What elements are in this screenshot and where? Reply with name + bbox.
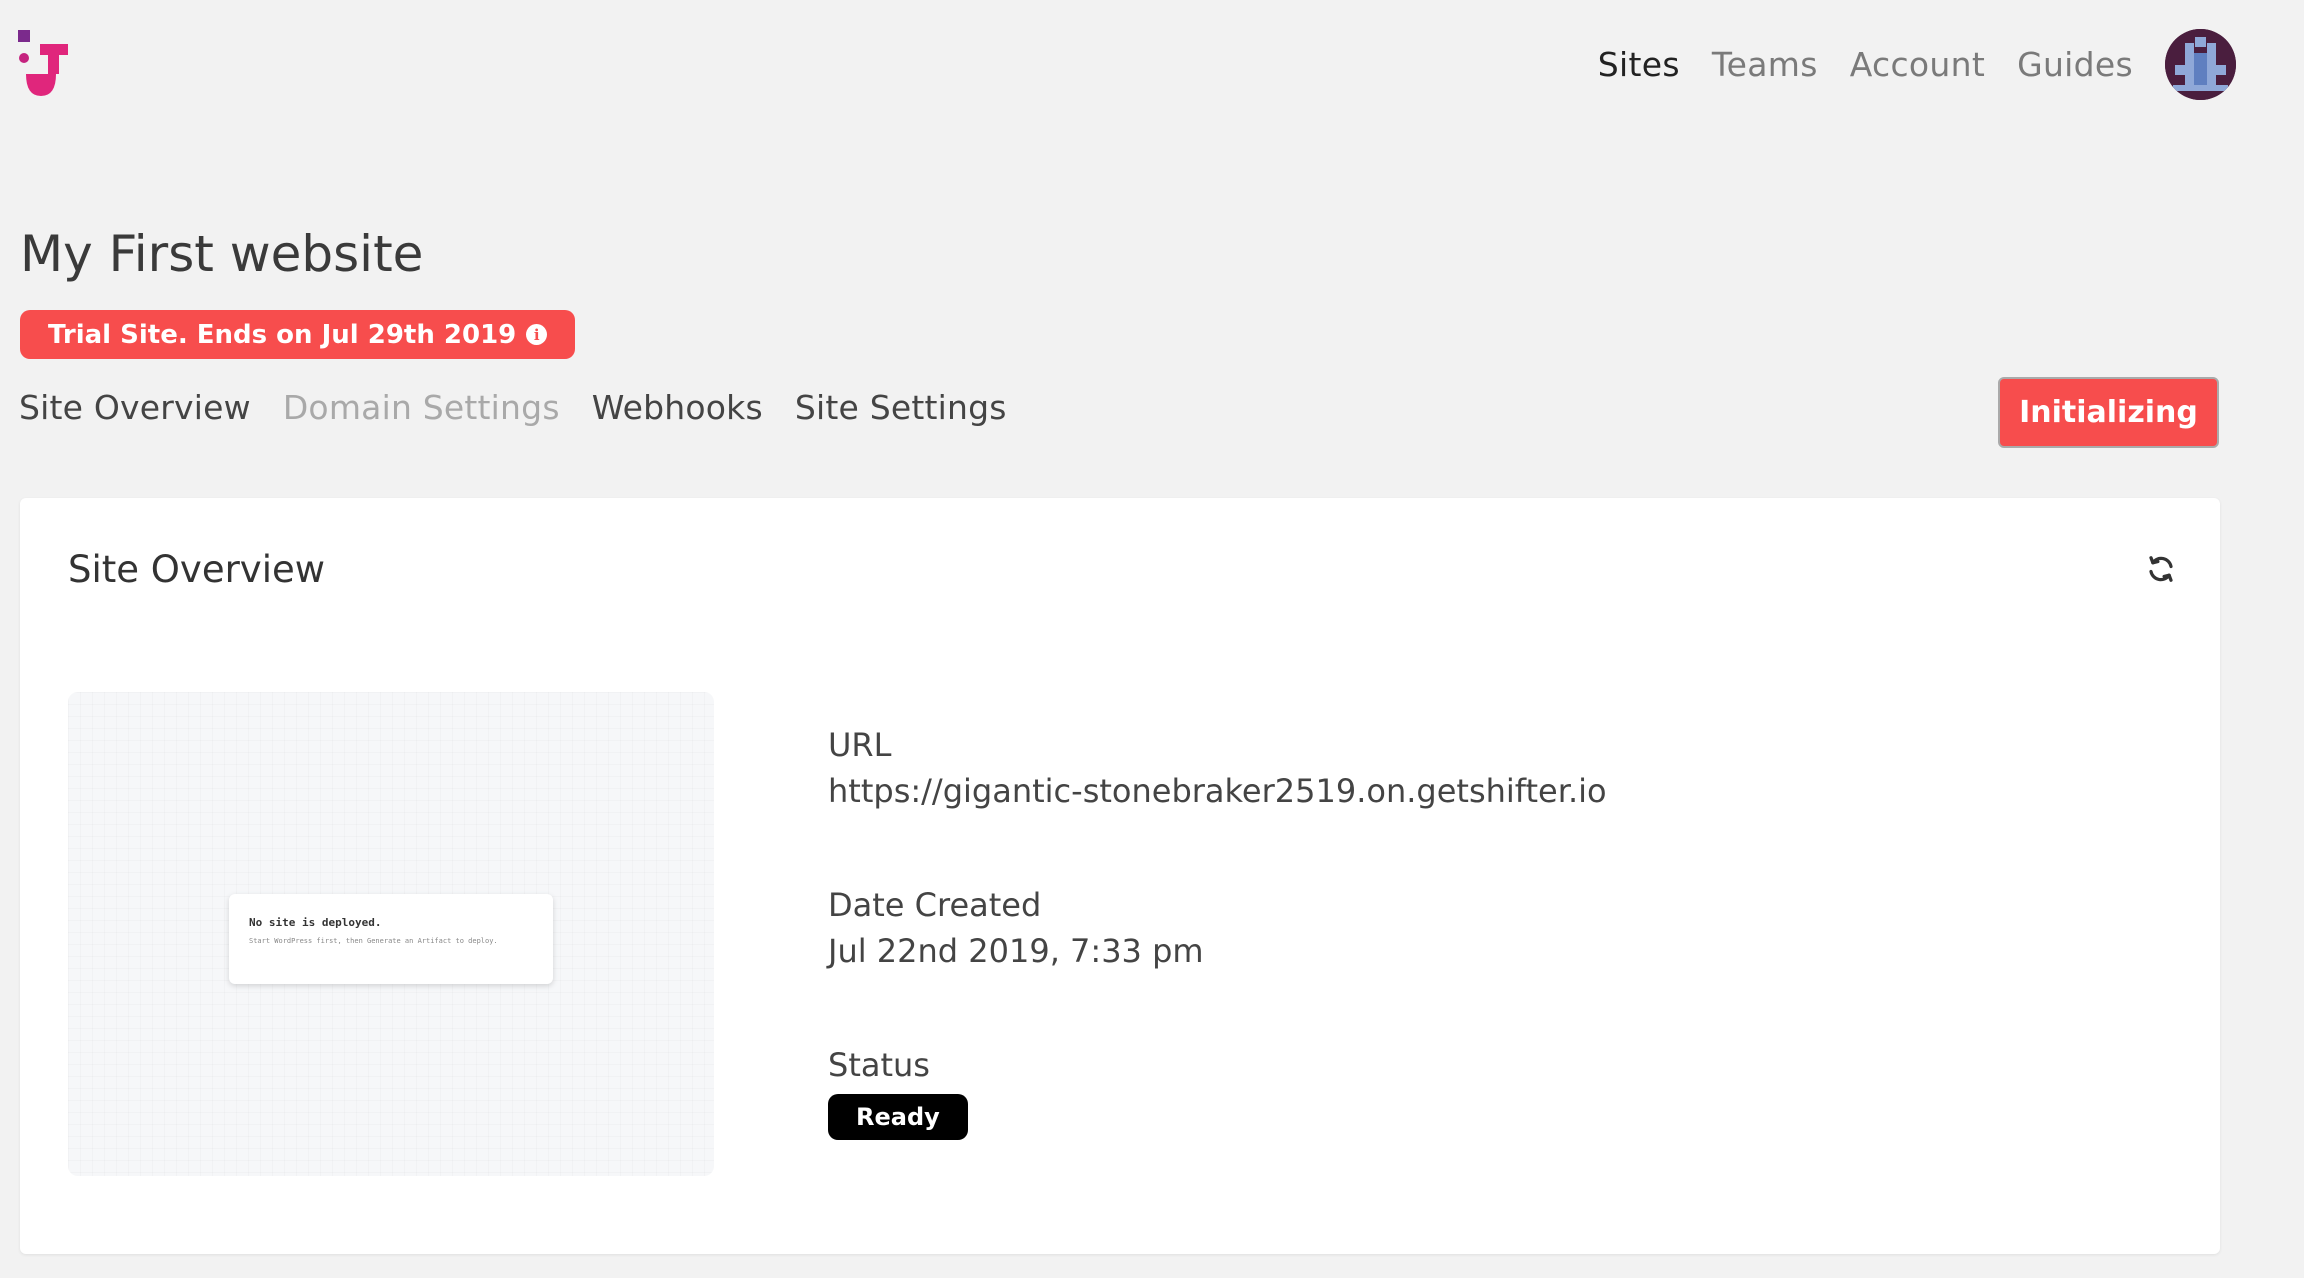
url-value[interactable]: https://gigantic-stonebraker2519.on.gets…: [828, 772, 1607, 810]
date-group: Date Created Jul 22nd 2019, 7:33 pm: [828, 886, 1607, 1046]
tab-domain-settings[interactable]: Domain Settings: [283, 388, 560, 427]
date-label: Date Created: [828, 886, 1042, 924]
top-nav: Sites Teams Account Guides: [1566, 28, 2236, 100]
initializing-button[interactable]: Initializing: [1998, 377, 2219, 448]
nav-teams[interactable]: Teams: [1712, 45, 1818, 84]
info-icon[interactable]: i: [526, 324, 548, 345]
status-label: Status: [828, 1046, 930, 1084]
status-group: Status Ready: [828, 1046, 1607, 1206]
site-overview-card: Site Overview No site is deployed. Start…: [20, 498, 2220, 1254]
nav-sites[interactable]: Sites: [1598, 45, 1680, 84]
tab-site-overview[interactable]: Site Overview: [19, 388, 251, 427]
avatar[interactable]: [2165, 28, 2236, 100]
nav-account[interactable]: Account: [1850, 45, 1985, 84]
tab-site-settings[interactable]: Site Settings: [795, 388, 1007, 427]
nav-guides[interactable]: Guides: [2017, 45, 2133, 84]
url-label: URL: [828, 726, 892, 764]
status-badge: Ready: [828, 1094, 968, 1140]
refresh-icon[interactable]: [2146, 554, 2176, 584]
preview-heading: No site is deployed.: [249, 916, 382, 929]
preview-message: No site is deployed. Start WordPress fir…: [229, 894, 553, 984]
card-title: Site Overview: [68, 548, 325, 591]
site-tabs: Site Overview Domain Settings Webhooks S…: [19, 388, 1039, 427]
site-preview: No site is deployed. Start WordPress fir…: [68, 692, 714, 1176]
tab-webhooks[interactable]: Webhooks: [592, 388, 763, 427]
preview-subtext: Start WordPress first, then Generate an …: [249, 937, 498, 945]
trial-badge: Trial Site. Ends on Jul 29th 2019 i: [20, 310, 576, 359]
page-title: My First website: [20, 225, 424, 283]
date-value: Jul 22nd 2019, 7:33 pm: [828, 932, 1204, 970]
site-details: URL https://gigantic-stonebraker2519.on.…: [828, 726, 1607, 1206]
url-group: URL https://gigantic-stonebraker2519.on.…: [828, 726, 1607, 886]
shifter-logo[interactable]: [18, 30, 70, 100]
trial-badge-text: Trial Site. Ends on Jul 29th 2019: [48, 319, 517, 350]
